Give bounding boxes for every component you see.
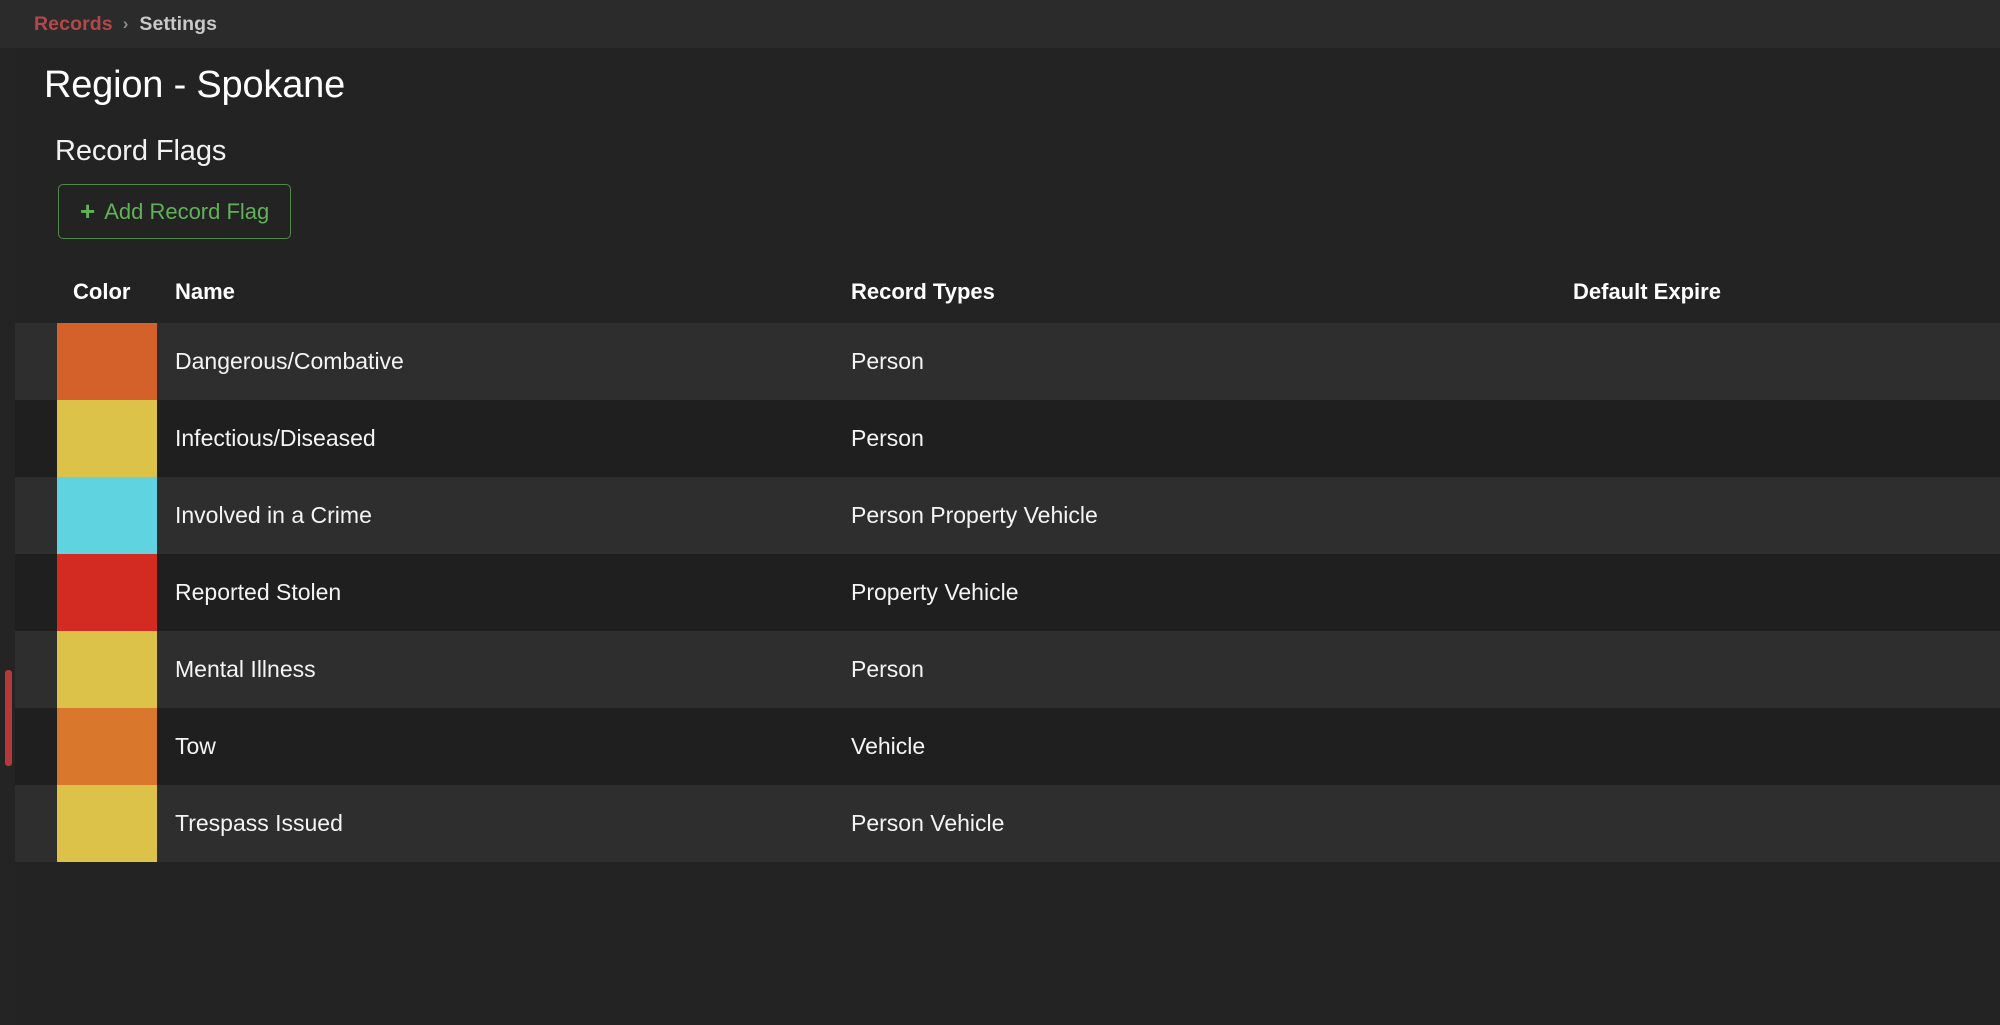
- column-header-name[interactable]: Name: [175, 279, 235, 305]
- cell-flag-name: Tow: [175, 733, 216, 759]
- column-header-color[interactable]: Color: [73, 279, 130, 305]
- chevron-right-icon: ›: [122, 13, 129, 33]
- breadcrumb-current-settings: Settings: [139, 12, 218, 35]
- section-title-record-flags: Record Flags: [55, 135, 227, 167]
- breadcrumb-link-records[interactable]: Records: [34, 13, 113, 36]
- color-swatch: [57, 708, 157, 785]
- cell-record-types: Person: [851, 348, 924, 374]
- table-row[interactable]: Mental Illness Person: [15, 631, 2000, 708]
- cell-flag-name: Mental Illness: [175, 656, 316, 682]
- left-rail: [0, 0, 15, 1025]
- cell-record-types: Person Vehicle: [851, 810, 1005, 836]
- color-swatch: [57, 785, 157, 862]
- table-row[interactable]: Infectious/Diseased Person: [15, 400, 2000, 477]
- cell-record-types: Person Property Vehicle: [851, 502, 1098, 528]
- add-record-flag-button[interactable]: + Add Record Flag: [58, 184, 292, 239]
- cell-record-types: Property Vehicle: [851, 579, 1019, 605]
- main-content: Region - Spokane Record Flags + Add Reco…: [15, 48, 2000, 1025]
- cell-flag-name: Involved in a Crime: [175, 502, 372, 528]
- cell-flag-name: Infectious/Diseased: [175, 425, 376, 451]
- cell-flag-name: Reported Stolen: [175, 579, 342, 605]
- table-row[interactable]: Dangerous/Combative Person: [15, 323, 2000, 400]
- plus-icon: +: [80, 195, 96, 226]
- cell-record-types: Person: [851, 425, 924, 451]
- table-row[interactable]: Reported Stolen Property Vehicle: [15, 554, 2000, 631]
- color-swatch: [57, 477, 157, 554]
- cell-record-types: Vehicle: [851, 733, 926, 759]
- column-header-record-types[interactable]: Record Types: [851, 279, 995, 305]
- page-title: Region - Spokane: [44, 64, 346, 106]
- cell-flag-name: Dangerous/Combative: [175, 348, 404, 374]
- cell-record-types: Person: [851, 656, 924, 682]
- table-row[interactable]: Involved in a Crime Person Property Vehic…: [15, 477, 2000, 554]
- breadcrumb: Records › Settings: [0, 0, 2000, 48]
- table-header-row: Color Name Record Types Default Expire: [15, 267, 2000, 323]
- color-swatch: [57, 323, 157, 400]
- table-body: Dangerous/Combative Person Infectious/Dise…: [15, 323, 2000, 862]
- table-row[interactable]: Trespass Issued Person Vehicle: [15, 785, 2000, 862]
- column-header-default-expire[interactable]: Default Expire: [1573, 279, 1721, 305]
- vertical-scrollbar-thumb[interactable]: [5, 670, 12, 766]
- record-flags-table: Color Name Record Types Default Expire D…: [15, 267, 2000, 862]
- color-swatch: [57, 554, 157, 631]
- cell-flag-name: Trespass Issued: [175, 810, 343, 836]
- add-record-flag-label: Add Record Flag: [104, 198, 270, 224]
- app-root: Records › Settings Region - Spokane Reco…: [0, 0, 2000, 1025]
- table-row[interactable]: Tow Vehicle: [15, 708, 2000, 785]
- color-swatch: [57, 400, 157, 477]
- color-swatch: [57, 631, 157, 708]
